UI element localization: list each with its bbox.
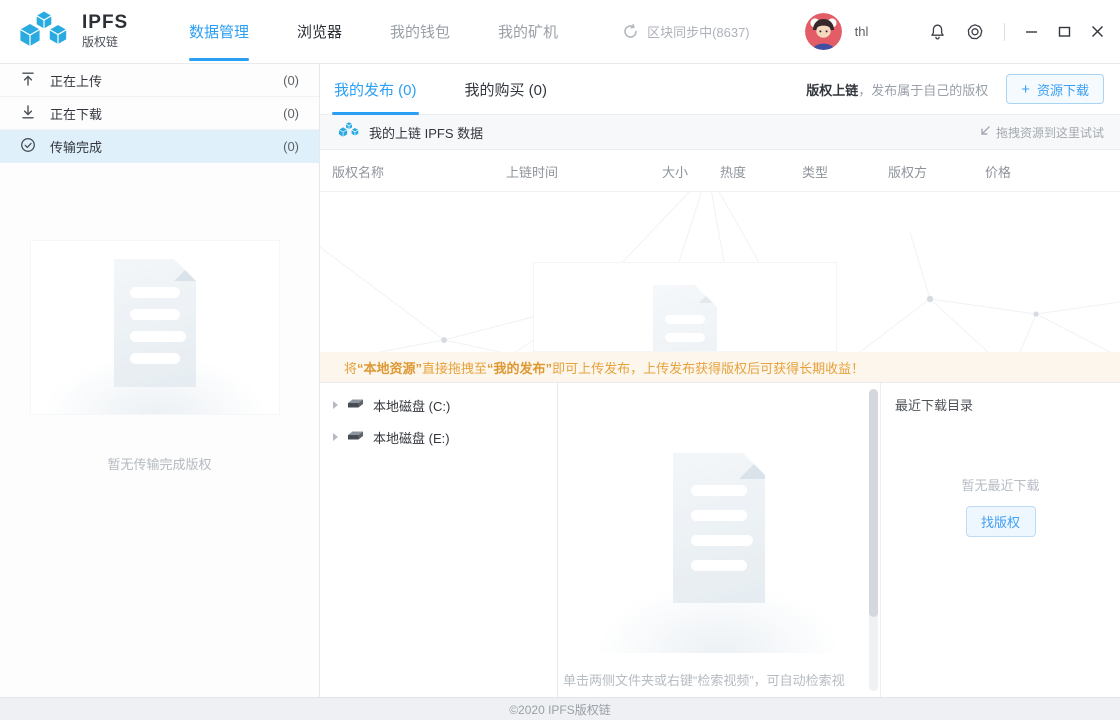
drag-drop-hint-text: 拖拽资源到这里试试 <box>995 125 1104 140</box>
tab-my-purchase[interactable]: 我的购买 (0) <box>463 64 550 115</box>
upload-icon <box>20 71 36 90</box>
sidebar-item-count: (0) <box>283 138 299 154</box>
expand-caret-icon[interactable] <box>333 401 338 409</box>
file-explorer-section: 本地磁盘 (C:) 本地磁盘 (E:) 单击两侧文件夹或右键“检索视频”，可自动… <box>320 382 1120 697</box>
nav-miner[interactable]: 我的矿机 <box>498 0 558 64</box>
drag-drop-hint: 拖拽资源到这里试试 <box>979 124 1104 141</box>
nav-browser[interactable]: 浏览器 <box>297 0 342 64</box>
publish-hint: 版权上链，发布属于自己的版权 <box>806 80 988 99</box>
username: thl <box>854 24 869 39</box>
expand-caret-icon[interactable] <box>333 433 338 441</box>
tree-item-label: 本地磁盘 (C:) <box>373 398 451 414</box>
empty-transfer-illustration <box>30 240 280 415</box>
nav-wallet[interactable]: 我的钱包 <box>390 0 450 64</box>
find-copyright-button[interactable]: 找版权 <box>965 506 1036 537</box>
nav-label: 我的钱包 <box>390 24 451 41</box>
col-price: 价格 <box>985 164 1012 180</box>
header-actions <box>929 22 1104 41</box>
chain-data-title: 我的上链 IPFS 数据 <box>369 125 484 141</box>
sidebar-item-downloading[interactable]: 正在下载 (0) <box>0 97 319 130</box>
transfer-sidebar: 正在上传 (0) 正在下载 (0) 传输完成 (0) 暂无传输完成版权 <box>0 64 320 697</box>
ipfs-cubes-icon <box>18 7 70 56</box>
recent-download-empty-text: 暂无最近下载 <box>961 478 1040 493</box>
main-panel: 我的发布 (0) 我的购买 (0) 版权上链，发布属于自己的版权 + 资源下载 <box>320 64 1120 697</box>
chain-data-subheader: 我的上链 IPFS 数据 拖拽资源到这里试试 <box>320 115 1120 150</box>
minimize-button[interactable] <box>1025 25 1038 38</box>
publish-tabbar: 我的发布 (0) 我的购买 (0) 版权上链，发布属于自己的版权 + 资源下载 <box>320 64 1120 115</box>
disk-tree-panel: 本地磁盘 (C:) 本地磁盘 (E:) <box>320 383 558 697</box>
nav-label: 数据管理 <box>189 24 250 41</box>
nav-label: 我的矿机 <box>498 24 559 41</box>
brand-title: IPFS <box>82 12 129 34</box>
maximize-button[interactable] <box>1058 25 1071 38</box>
sidebar-item-uploading[interactable]: 正在上传 (0) <box>0 64 319 97</box>
scrollbar-thumb[interactable] <box>869 389 878 617</box>
sidebar-item-label: 正在上传 <box>50 73 103 89</box>
header-divider <box>1004 22 1005 41</box>
app-window: IPFS 版权链 数据管理 浏览器 我的钱包 我的矿机 区块同步中(8637) <box>0 0 1120 720</box>
check-circle-icon <box>20 137 36 156</box>
tab-label: 我的购买 (0) <box>464 81 548 99</box>
recent-download-panel: 最近下载目录 暂无最近下载 找版权 <box>880 383 1120 697</box>
notice-text: 将 <box>344 360 358 376</box>
sidebar-item-label: 正在下载 <box>50 106 103 122</box>
empty-table-area <box>320 192 1120 352</box>
col-copyright-name: 版权名称 <box>332 164 385 180</box>
empty-transfer-text: 暂无传输完成版权 <box>107 457 212 472</box>
block-sync-status: 区块同步中(8637) <box>622 22 750 41</box>
video-search-panel: 单击两侧文件夹或右键“检索视频”，可自动检索视 <box>558 383 880 697</box>
nav-label: 浏览器 <box>297 24 343 41</box>
sidebar-item-label: 传输完成 <box>50 139 103 155</box>
disk-drive-icon <box>347 430 364 445</box>
tree-item-disk-c[interactable]: 本地磁盘 (C:) <box>320 389 557 421</box>
col-popularity: 热度 <box>720 164 747 180</box>
col-size: 大小 <box>662 164 689 180</box>
publish-hint-bold: 版权上链 <box>806 82 859 98</box>
header: IPFS 版权链 数据管理 浏览器 我的钱包 我的矿机 区块同步中(8637) <box>0 0 1120 64</box>
download-icon <box>20 104 36 123</box>
notice-text: 即可上传发布，上传发布获得版权后可获得长期收益！ <box>552 360 865 376</box>
tab-label: 我的发布 (0) <box>334 81 417 99</box>
notice-bold-my-publish: “我的发布” <box>487 360 553 376</box>
footer: ©2020 IPFS版权链 <box>0 697 1120 720</box>
copyright-table-header: 版权名称 上链时间 大小 热度 类型 版权方 价格 <box>320 150 1120 192</box>
copyright-text: ©2020 IPFS版权链 <box>509 702 611 717</box>
empty-search-illustration <box>584 441 854 653</box>
tree-item-label: 本地磁盘 (E:) <box>373 430 450 446</box>
avatar[interactable] <box>804 13 842 50</box>
sync-status-text: 区块同步中(8637) <box>647 25 750 40</box>
ipfs-cubes-small-icon <box>338 120 360 144</box>
settings-gear-icon[interactable] <box>966 23 984 41</box>
search-video-hint: 单击两侧文件夹或右键“检索视频”，可自动检索视 <box>563 673 845 688</box>
col-type: 类型 <box>802 164 829 180</box>
col-copyright-owner: 版权方 <box>888 164 928 180</box>
main-nav: 数据管理 浏览器 我的钱包 我的矿机 <box>189 0 558 64</box>
notice-bold-local-resource: “本地资源” <box>357 360 423 376</box>
scrollbar-track[interactable] <box>869 389 878 691</box>
col-chain-time: 上链时间 <box>506 164 559 180</box>
tree-item-disk-e[interactable]: 本地磁盘 (E:) <box>320 421 557 453</box>
notice-text: 直接拖拽至 <box>422 360 488 376</box>
sync-refresh-icon[interactable] <box>622 23 639 40</box>
publish-hint-rest: ，发布属于自己的版权 <box>858 82 989 98</box>
resource-download-button[interactable]: + 资源下载 <box>1006 74 1104 104</box>
bell-icon[interactable] <box>929 23 946 41</box>
recent-download-title: 最近下载目录 <box>895 398 974 413</box>
brand-subtitle: 版权链 <box>82 35 119 50</box>
close-button[interactable] <box>1091 25 1104 38</box>
user-area: thl <box>804 13 869 50</box>
plus-icon: + <box>1021 80 1030 98</box>
resource-download-label: 资源下载 <box>1036 82 1089 98</box>
sidebar-item-count: (0) <box>283 105 299 121</box>
nav-data-management[interactable]: 数据管理 <box>189 0 250 64</box>
empty-state-card <box>533 262 837 352</box>
sidebar-item-count: (0) <box>283 72 299 88</box>
window-controls <box>1025 25 1104 38</box>
brand-logo: IPFS 版权链 <box>18 7 183 56</box>
tab-my-publish[interactable]: 我的发布 (0) <box>332 64 419 115</box>
arrow-down-left-icon <box>979 125 991 140</box>
disk-drive-icon <box>347 398 364 413</box>
sidebar-item-completed[interactable]: 传输完成 (0) <box>0 130 319 163</box>
upload-notice-banner: 将 “本地资源” 直接拖拽至 “我的发布” 即可上传发布，上传发布获得版权后可获… <box>320 352 1120 382</box>
